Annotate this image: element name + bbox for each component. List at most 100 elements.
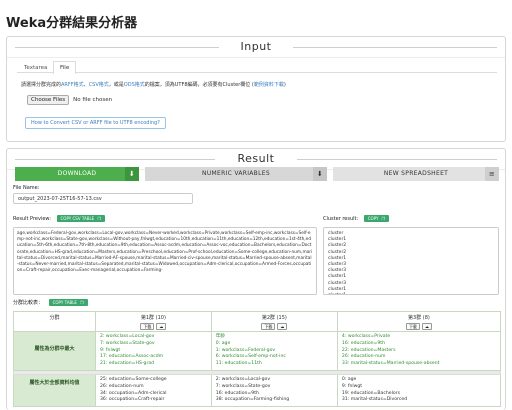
cell-line: 26: education-num [100,383,144,389]
file-chooser: Choose Files No file chosen [27,95,112,105]
row-header: 屬性大於全部資料均值 [13,373,96,408]
cluster-result-textarea[interactable]: cluster cluster1 cluster2 cluster2 clust… [323,227,499,295]
heading-rule-right [293,47,497,48]
numeric-variables-button[interactable]: NUMERIC VARIABLES ⬇ [145,167,327,181]
cluster-header: 第3群 (8) 下載 ☁ [336,311,502,332]
result-panel: Result DOWNLOAD ⬇ NUMERIC VARIABLES ⬇ NE… [6,148,506,410]
menu-icon: ≡ [485,167,499,181]
table-row: 屬性為分群中最大 2: workclass=Local-gov 7: workc… [13,331,502,371]
csv-link[interactable]: CSV格式 [89,82,109,88]
result-heading-text: Result [237,152,275,165]
cell-line: 16: education=9th [341,340,386,346]
copy-csv-table-button[interactable]: COPY CSV TABLE ❐ [56,215,105,222]
cluster-download-button[interactable]: 下載 [261,323,276,330]
row-header: 屬性為分群中最大 [13,331,96,371]
cell-line: 21: education=HS-grad [100,361,155,367]
download-label: DOWNLOAD [57,170,97,177]
cluster-header: 第2群 (15) 下載 ☁ [210,311,338,332]
cell-line: 2: workclass=Local-gov [100,334,155,339]
cell-line: 0: age [215,340,231,346]
cell-line: 年齡 [215,334,225,339]
table-cell: 年齡 0: age 1: workclass=Federal-gov 6: wo… [210,331,338,371]
choose-files-button[interactable]: Choose Files [27,95,70,105]
cell-line: 7: workclass=State-gov [100,340,155,346]
cell-line: 38: occupation=Farming-fishing [215,397,290,403]
cell-line: 11: education=11th [215,361,262,367]
cloud-icon[interactable]: ☁ [277,323,288,330]
spreadsheet-label: NEW SPREADSHEET [383,170,449,177]
cluster-result-label: Cluster result: [323,216,359,222]
input-tabs: Textarea File [17,61,497,74]
cell-line: 2: workclass=Local-gov [215,376,271,382]
cell-line: 9: fnlwgt [341,383,363,389]
help-sep-2: ，或是 [108,82,124,88]
cluster-download-button[interactable]: 下載 [405,323,420,330]
cluster-label-row: Cluster result: COPY ❐ [323,215,390,222]
download-icon: ⬇ [313,167,327,181]
copy-label: COPY [367,216,379,221]
result-action-buttons: DOWNLOAD ⬇ NUMERIC VARIABLES ⬇ NEW SPREA… [15,167,499,181]
cell-line: 0: age [341,376,357,382]
copy-icon: ❐ [79,300,84,305]
cluster-header: 第1群 (10) 下載 ☁ [95,311,212,332]
help-text-3: ) [283,82,286,88]
file-name-label: File Name: [13,185,40,191]
compare-label: 分群比較表： [13,300,44,306]
help-text-1: 請選擇分群完成的 [21,82,62,88]
cluster-header-buttons: 下載 ☁ [338,323,500,330]
heading-rule-left [15,47,219,48]
file-tab-body: 請選擇分群完成的ARFF格式、CSV格式，或是ODS格式的檔案，須為UTF8編碼… [21,81,491,129]
cell-line: 25: education=Some-college [100,376,167,382]
cluster-download-button[interactable]: 下載 [140,323,155,330]
cluster-comparison-table: 分群 第1群 (10) 下載 ☁ 第2群 (15) 下載 ☁ 第3群 (8) 下… [13,311,502,408]
file-name-input[interactable]: output_2023-07-25T16-57-13.csv [13,193,193,204]
cell-line: 31: marital-status=Divorced [341,397,408,403]
table-header-row: 分群 第1群 (10) 下載 ☁ 第2群 (15) 下載 ☁ 第3群 (8) 下… [13,311,502,332]
tab-file[interactable]: File [53,61,77,74]
preview-label: Result Preview: [13,216,51,222]
heading-rule-right [297,159,497,160]
copy-csv-label: COPY CSV TABLE [60,216,95,221]
compare-label-row: 分群比較表： COPY TABLE ❐ [13,299,88,306]
table-cell: 25: education=Some-college 26: education… [95,373,212,408]
copy-icon: ❐ [381,216,386,221]
input-heading-text: Input [240,40,272,53]
copy-icon: ❐ [97,216,101,221]
table-cell: 0: age 9: fnlwgt 19: education=Bachelors… [336,373,502,408]
cell-line: 36: occupation=Craft-repair [100,397,165,403]
cluster-header-buttons: 下載 ☁ [96,323,211,330]
copy-cluster-button[interactable]: COPY ❐ [363,215,390,222]
cloud-icon[interactable]: ☁ [156,323,167,330]
cell-line: 33: marital-status=Married-spouse-absent [341,361,440,367]
sample-data-link[interactable]: 範例資料下載 [254,82,284,88]
input-panel: Input Textarea File 請選擇分群完成的ARFF格式、CSV格式… [6,36,506,142]
cluster-header-buttons: 下載 ☁ [212,323,337,330]
page-title: Weka分群結果分析器 [6,16,138,31]
new-spreadsheet-button[interactable]: NEW SPREADSHEET ≡ [333,167,499,181]
ods-link[interactable]: ODS格式 [124,82,145,88]
table-row: 屬性大於全部資料均值 25: education=Some-college 26… [13,373,502,408]
cell-line: 4: workclass=Private [341,334,391,339]
arff-link[interactable]: ARFF格式 [61,82,84,88]
table-cell: 2: workclass=Local-gov 7: workclass=Stat… [95,331,212,371]
download-button[interactable]: DOWNLOAD ⬇ [15,167,139,181]
input-heading: Input [7,37,505,58]
table-cell: 2: workclass=Local-gov 7: workclass=Stat… [210,373,338,408]
copy-table-label: COPY TABLE [52,300,77,305]
copy-table-button[interactable]: COPY TABLE ❐ [48,299,88,306]
help-text-2: 的檔案，須為UTF8編碼，必須要有Cluster欄位 ( [144,82,254,88]
heading-rule-left [15,159,215,160]
cluster-line: cluster1 [328,293,494,294]
cluster-header-label: 第3群 (8) [408,315,430,321]
tab-textarea[interactable]: Textarea [17,61,54,73]
table-corner-header: 分群 [13,311,96,332]
result-preview-textarea[interactable]: age,workclass=Federal-gov,workclass=Loca… [13,227,317,295]
file-help-text: 請選擇分群完成的ARFF格式、CSV格式，或是ODS格式的檔案，須為UTF8編碼… [21,81,491,89]
cloud-icon[interactable]: ☁ [421,323,432,330]
download-icon: ⬇ [125,167,139,181]
cluster-header-label: 第1群 (10) [140,315,166,321]
cluster-header-label: 第2群 (15) [261,315,287,321]
numeric-label: NUMERIC VARIABLES [202,170,270,177]
result-preview-text: age,workclass=Federal-gov,workclass=Loca… [17,231,313,274]
howto-convert-button[interactable]: How to Convert CSV or ARFF file to UTF8 … [25,117,166,129]
